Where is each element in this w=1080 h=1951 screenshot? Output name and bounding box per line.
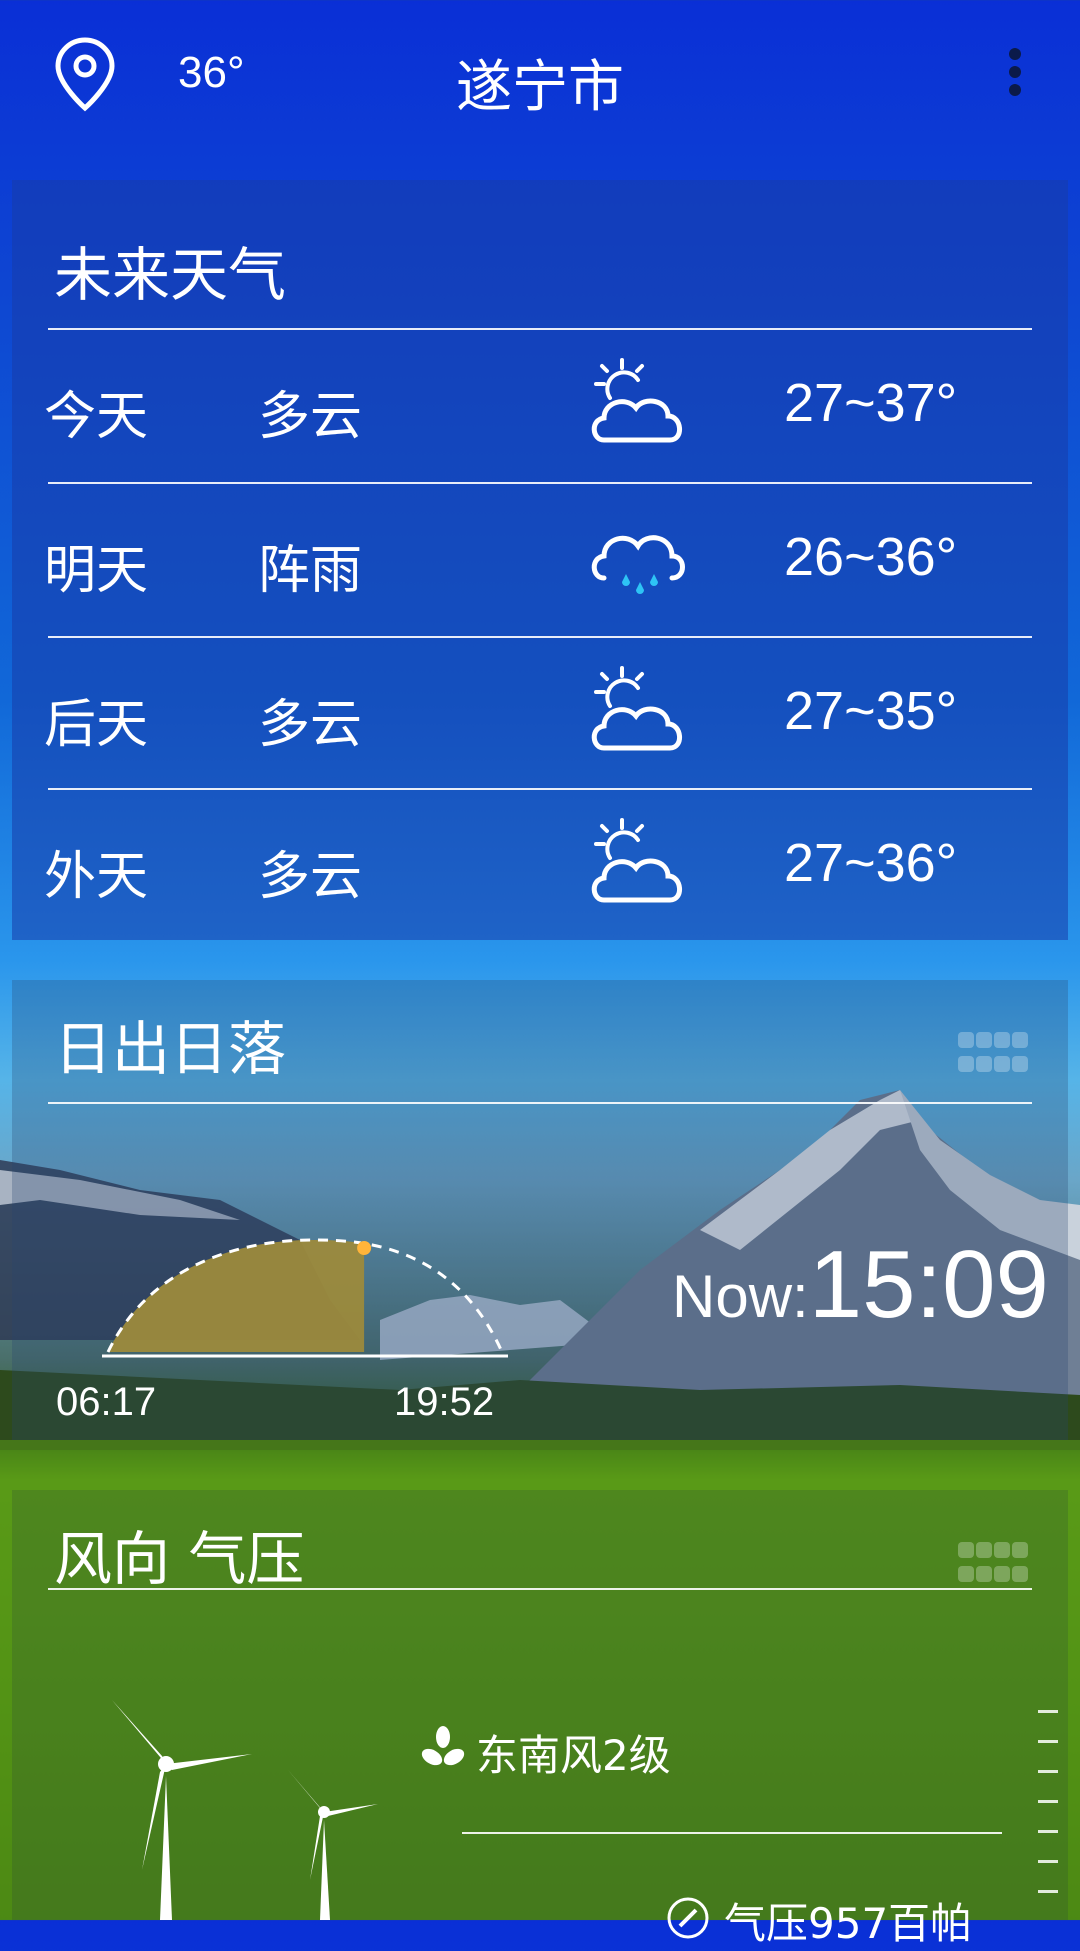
fan-icon <box>421 1726 465 1766</box>
forecast-row[interactable]: 后天 多云 27~35° <box>12 640 1068 792</box>
divider <box>48 636 1032 638</box>
top-bar: 36° 遂宁市 <box>0 0 1080 150</box>
wind-direction: 东南风2级 <box>476 1731 671 1780</box>
forecast-day: 后天 <box>44 695 149 755</box>
more-vertical-icon[interactable] <box>1000 48 1030 104</box>
divider <box>48 1588 1032 1590</box>
wind-turbine-icon <box>112 1700 378 1920</box>
forecast-day: 明天 <box>44 541 149 601</box>
divider <box>48 482 1032 484</box>
sun-position-dot <box>357 1241 372 1255</box>
city-name[interactable]: 遂宁市 <box>0 42 1080 123</box>
shower-icon <box>591 535 685 594</box>
divider <box>48 788 1032 790</box>
now-label: Now: <box>672 1263 809 1330</box>
air-pressure: 气压957百帕 <box>724 1899 973 1948</box>
partly-cloudy-icon <box>591 666 682 751</box>
now-time: 15:09 <box>808 1231 1049 1338</box>
temperature-range: 26~36° <box>784 527 958 587</box>
divider <box>48 328 1032 330</box>
forecast-condition: 多云 <box>258 695 363 755</box>
temperature-range: 27~36° <box>784 833 958 893</box>
divider <box>48 1102 1032 1104</box>
partly-cloudy-icon <box>591 358 682 443</box>
wind-card-title: 风向 气压 <box>54 1525 305 1593</box>
sun-arc <box>102 1238 508 1358</box>
temperature-range: 27~37° <box>784 373 958 433</box>
partly-cloudy-icon <box>591 818 682 903</box>
sun-card: 日出日落 06:17 19:52 Now:15:09 <box>12 980 1068 1440</box>
forecast-condition: 多云 <box>258 847 363 907</box>
temperature-range: 27~35° <box>784 681 958 741</box>
forecast-row[interactable]: 外天 多云 27~36° <box>12 792 1068 944</box>
forecast-title: 未来天气 <box>54 241 287 309</box>
sunset-time: 19:52 <box>394 1380 495 1424</box>
forecast-row[interactable]: 明天 阵雨 26~36° <box>12 486 1068 638</box>
drag-handle-icon[interactable] <box>958 1542 1032 1586</box>
forecast-condition: 阵雨 <box>258 541 363 601</box>
wind-card: 风向 气压 东南风2级 气压957百帕 <box>12 1490 1068 1948</box>
sun-card-title: 日出日落 <box>54 1015 287 1083</box>
divider <box>462 1832 1002 1834</box>
sunrise-time: 06:17 <box>56 1380 157 1424</box>
forecast-row[interactable]: 今天 多云 27~37° <box>12 332 1068 484</box>
drag-handle-icon[interactable] <box>958 1032 1032 1076</box>
forecast-condition: 多云 <box>258 387 363 447</box>
forecast-day: 外天 <box>44 847 149 907</box>
scroll-indicator[interactable] <box>1038 1710 1058 1920</box>
forecast-card: 未来天气 今天 多云 27~37° 明天 阵雨 26~36° 后天 多云 27~… <box>12 180 1068 940</box>
forecast-day: 今天 <box>44 387 149 447</box>
pressure-gauge-icon <box>667 1897 709 1939</box>
current-time: Now:15:09 <box>672 1230 1049 1340</box>
